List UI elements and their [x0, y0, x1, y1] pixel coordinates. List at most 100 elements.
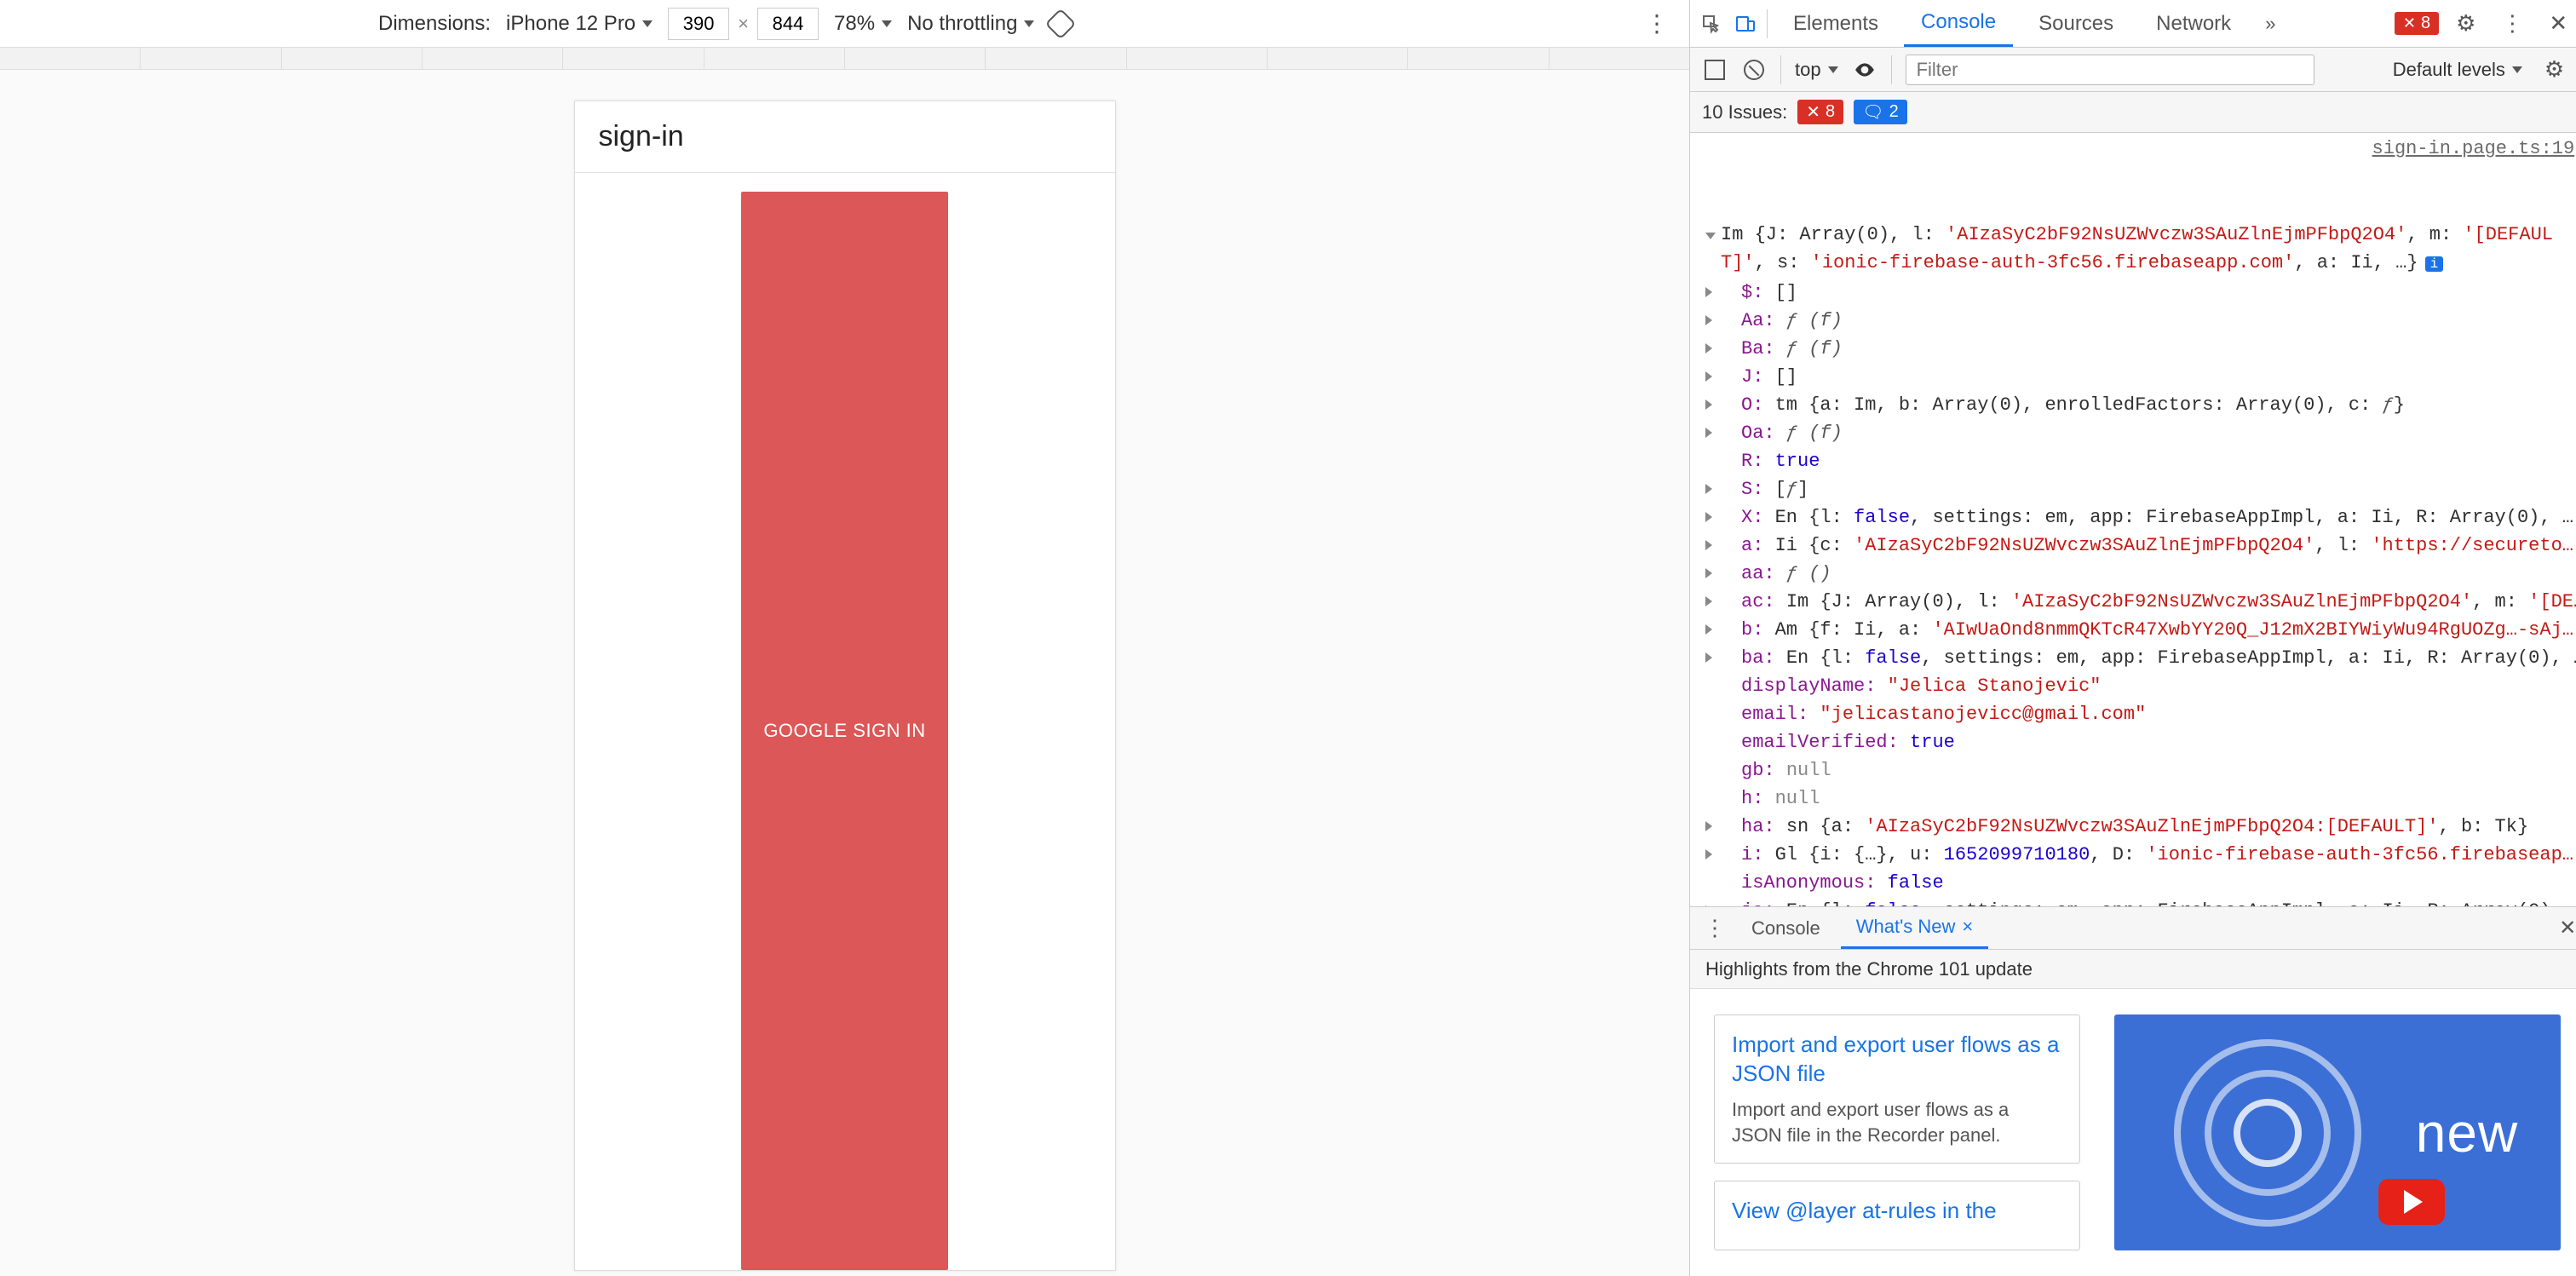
card-title: View @layer at-rules in the: [1732, 1197, 2062, 1226]
drawer-tab-what-s-new[interactable]: What's New ×: [1841, 907, 1989, 949]
expand-arrow-icon[interactable]: [1705, 484, 1712, 494]
card-title: Import and export user flows as a JSON f…: [1732, 1031, 2062, 1089]
chrome-rings-icon: [2174, 1039, 2361, 1227]
drawer-tabstrip: ⋮ ConsoleWhat's New × ✕: [1690, 907, 2576, 950]
collapse-arrow-icon[interactable]: [1705, 233, 1716, 239]
drawer-tab-console[interactable]: Console: [1736, 907, 1836, 949]
expand-arrow-icon[interactable]: [1705, 849, 1712, 859]
toggle-device-icon[interactable]: [1733, 11, 1758, 37]
console-row[interactable]: Im {J: Array(0), l: 'AIzaSyC2bF92NsUZWvc…: [1705, 221, 2576, 249]
close-icon[interactable]: ✕: [2540, 10, 2576, 37]
console-row[interactable]: email: "jelicastanojevicc@gmail.com": [1705, 700, 2576, 728]
console-row[interactable]: Ba: ƒ (f): [1705, 335, 2576, 363]
inspect-element-icon[interactable]: [1699, 11, 1724, 37]
console-row[interactable]: S: [ƒ]: [1705, 475, 2576, 503]
width-ruler: [0, 48, 1689, 70]
more-tabs-icon[interactable]: »: [2257, 13, 2284, 35]
error-x-icon: ✕: [1806, 101, 1820, 123]
log-levels-select[interactable]: Default levels: [2393, 59, 2522, 81]
width-input[interactable]: [668, 8, 729, 40]
console-row[interactable]: Oa: ƒ (f): [1705, 419, 2576, 447]
google-signin-button[interactable]: GOOGLE SIGN IN: [741, 192, 947, 1270]
console-row[interactable]: i: Gl {i: {…}, u: 1652099710180, D: 'ion…: [1705, 841, 2576, 869]
issues-bar[interactable]: 10 Issues: ✕8 🗨2: [1690, 92, 2576, 133]
whats-new-card[interactable]: Import and export user flows as a JSON f…: [1714, 1014, 2080, 1164]
tab-console[interactable]: Console: [1904, 0, 2013, 47]
play-icon: [2378, 1179, 2445, 1225]
toggle-sidebar-icon[interactable]: [1702, 57, 1728, 83]
console-row[interactable]: b: Am {f: Ii, a: 'AIwUaOnd8nmmQKTcR47Xwb…: [1705, 616, 2576, 644]
error-x-icon: ✕: [2403, 14, 2416, 32]
console-row[interactable]: Aa: ƒ (f): [1705, 307, 2576, 335]
expand-arrow-icon[interactable]: [1705, 596, 1712, 606]
console-row[interactable]: aa: ƒ (): [1705, 560, 2576, 588]
console-row[interactable]: ac: Im {J: Array(0), l: 'AIzaSyC2bF92NsU…: [1705, 588, 2576, 616]
console-output[interactable]: sign-in.page.ts:19 Im {J: Array(0), l: '…: [1690, 133, 2576, 906]
chevron-down-icon: [1024, 20, 1034, 27]
devtools-drawer: ⋮ ConsoleWhat's New × ✕ Highlights from …: [1690, 906, 2576, 1276]
devtools-pane: ElementsConsoleSourcesNetwork » ✕8 ⚙ ⋮ ✕…: [1690, 0, 2576, 1276]
expand-arrow-icon[interactable]: [1705, 568, 1712, 578]
console-row[interactable]: ha: sn {a: 'AIzaSyC2bF92NsUZWvczw3SAuZln…: [1705, 813, 2576, 841]
console-row[interactable]: ja: En {l: false, settings: em, app: Fir…: [1705, 897, 2576, 906]
error-count-badge[interactable]: ✕8: [2395, 12, 2439, 35]
gear-icon[interactable]: ⚙: [2536, 56, 2573, 83]
console-row[interactable]: h: null: [1705, 785, 2576, 813]
throttling-select[interactable]: No throttling: [907, 12, 1034, 36]
expand-arrow-icon[interactable]: [1705, 399, 1712, 410]
tab-sources[interactable]: Sources: [2021, 0, 2130, 47]
kebab-menu-icon[interactable]: ⋮: [2493, 10, 2532, 37]
app-body: GOOGLE SIGN IN: [575, 173, 1115, 1270]
tab-elements[interactable]: Elements: [1776, 0, 1895, 47]
expand-arrow-icon[interactable]: [1705, 512, 1712, 522]
gear-icon[interactable]: ⚙: [2447, 10, 2484, 37]
console-row[interactable]: T]', s: 'ionic-firebase-auth-3fc56.fireb…: [1705, 249, 2576, 279]
close-icon[interactable]: ×: [1962, 916, 1973, 938]
promo-banner[interactable]: new: [2114, 1014, 2561, 1250]
console-row[interactable]: isAnonymous: false: [1705, 869, 2576, 897]
close-icon[interactable]: ✕: [2559, 916, 2576, 940]
console-toolbar: top Default levels ⚙: [1690, 48, 2576, 92]
expand-arrow-icon[interactable]: [1705, 624, 1712, 635]
console-row[interactable]: J: []: [1705, 363, 2576, 391]
app-header: sign-in: [575, 101, 1115, 173]
console-row[interactable]: a: Ii {c: 'AIzaSyC2bF92NsUZWvczw3SAuZlnE…: [1705, 532, 2576, 560]
whats-new-body: Import and export user flows as a JSON f…: [1690, 989, 2576, 1276]
console-row[interactable]: displayName: "Jelica Stanojevic": [1705, 672, 2576, 700]
expand-arrow-icon[interactable]: [1705, 428, 1712, 438]
expand-arrow-icon[interactable]: [1705, 315, 1712, 325]
console-row[interactable]: gb: null: [1705, 756, 2576, 785]
expand-arrow-icon[interactable]: [1705, 652, 1712, 663]
device-toolbar: Dimensions: iPhone 12 Pro × 78% No throt…: [0, 0, 1689, 48]
context-select[interactable]: top: [1795, 59, 1838, 81]
tab-network[interactable]: Network: [2139, 0, 2248, 47]
device-emulation-pane: Dimensions: iPhone 12 Pro × 78% No throt…: [0, 0, 1690, 1276]
kebab-menu-icon[interactable]: ⋮: [1699, 915, 1731, 941]
kebab-menu-icon[interactable]: ⋮: [1645, 9, 1669, 37]
info-icon: i: [2425, 256, 2444, 272]
whats-new-card[interactable]: View @layer at-rules in the: [1714, 1181, 2080, 1250]
console-row[interactable]: emailVerified: true: [1705, 728, 2576, 756]
console-row[interactable]: X: En {l: false, settings: em, app: Fire…: [1705, 503, 2576, 532]
expand-arrow-icon[interactable]: [1705, 540, 1712, 550]
console-row[interactable]: $: []: [1705, 279, 2576, 307]
promo-text: new: [2416, 1101, 2518, 1164]
expand-arrow-icon[interactable]: [1705, 905, 1712, 906]
console-row[interactable]: R: true: [1705, 447, 2576, 475]
height-input[interactable]: [757, 8, 819, 40]
console-row[interactable]: ba: En {l: false, settings: em, app: Fir…: [1705, 644, 2576, 672]
source-link[interactable]: sign-in.page.ts:19: [2372, 135, 2575, 163]
expand-arrow-icon[interactable]: [1705, 287, 1712, 297]
console-row[interactable]: O: tm {a: Im, b: Array(0), enrolledFacto…: [1705, 391, 2576, 419]
device-select[interactable]: iPhone 12 Pro: [506, 12, 653, 36]
live-expression-icon[interactable]: [1852, 57, 1877, 83]
clear-console-icon[interactable]: [1741, 57, 1767, 83]
rotate-icon[interactable]: [1045, 8, 1077, 39]
dimensions-inputs: ×: [668, 8, 819, 40]
console-filter-input[interactable]: [1906, 55, 2314, 85]
issues-label: 10 Issues:: [1702, 101, 1787, 124]
expand-arrow-icon[interactable]: [1705, 371, 1712, 382]
zoom-select[interactable]: 78%: [834, 12, 892, 36]
expand-arrow-icon[interactable]: [1705, 821, 1712, 831]
expand-arrow-icon[interactable]: [1705, 343, 1712, 353]
